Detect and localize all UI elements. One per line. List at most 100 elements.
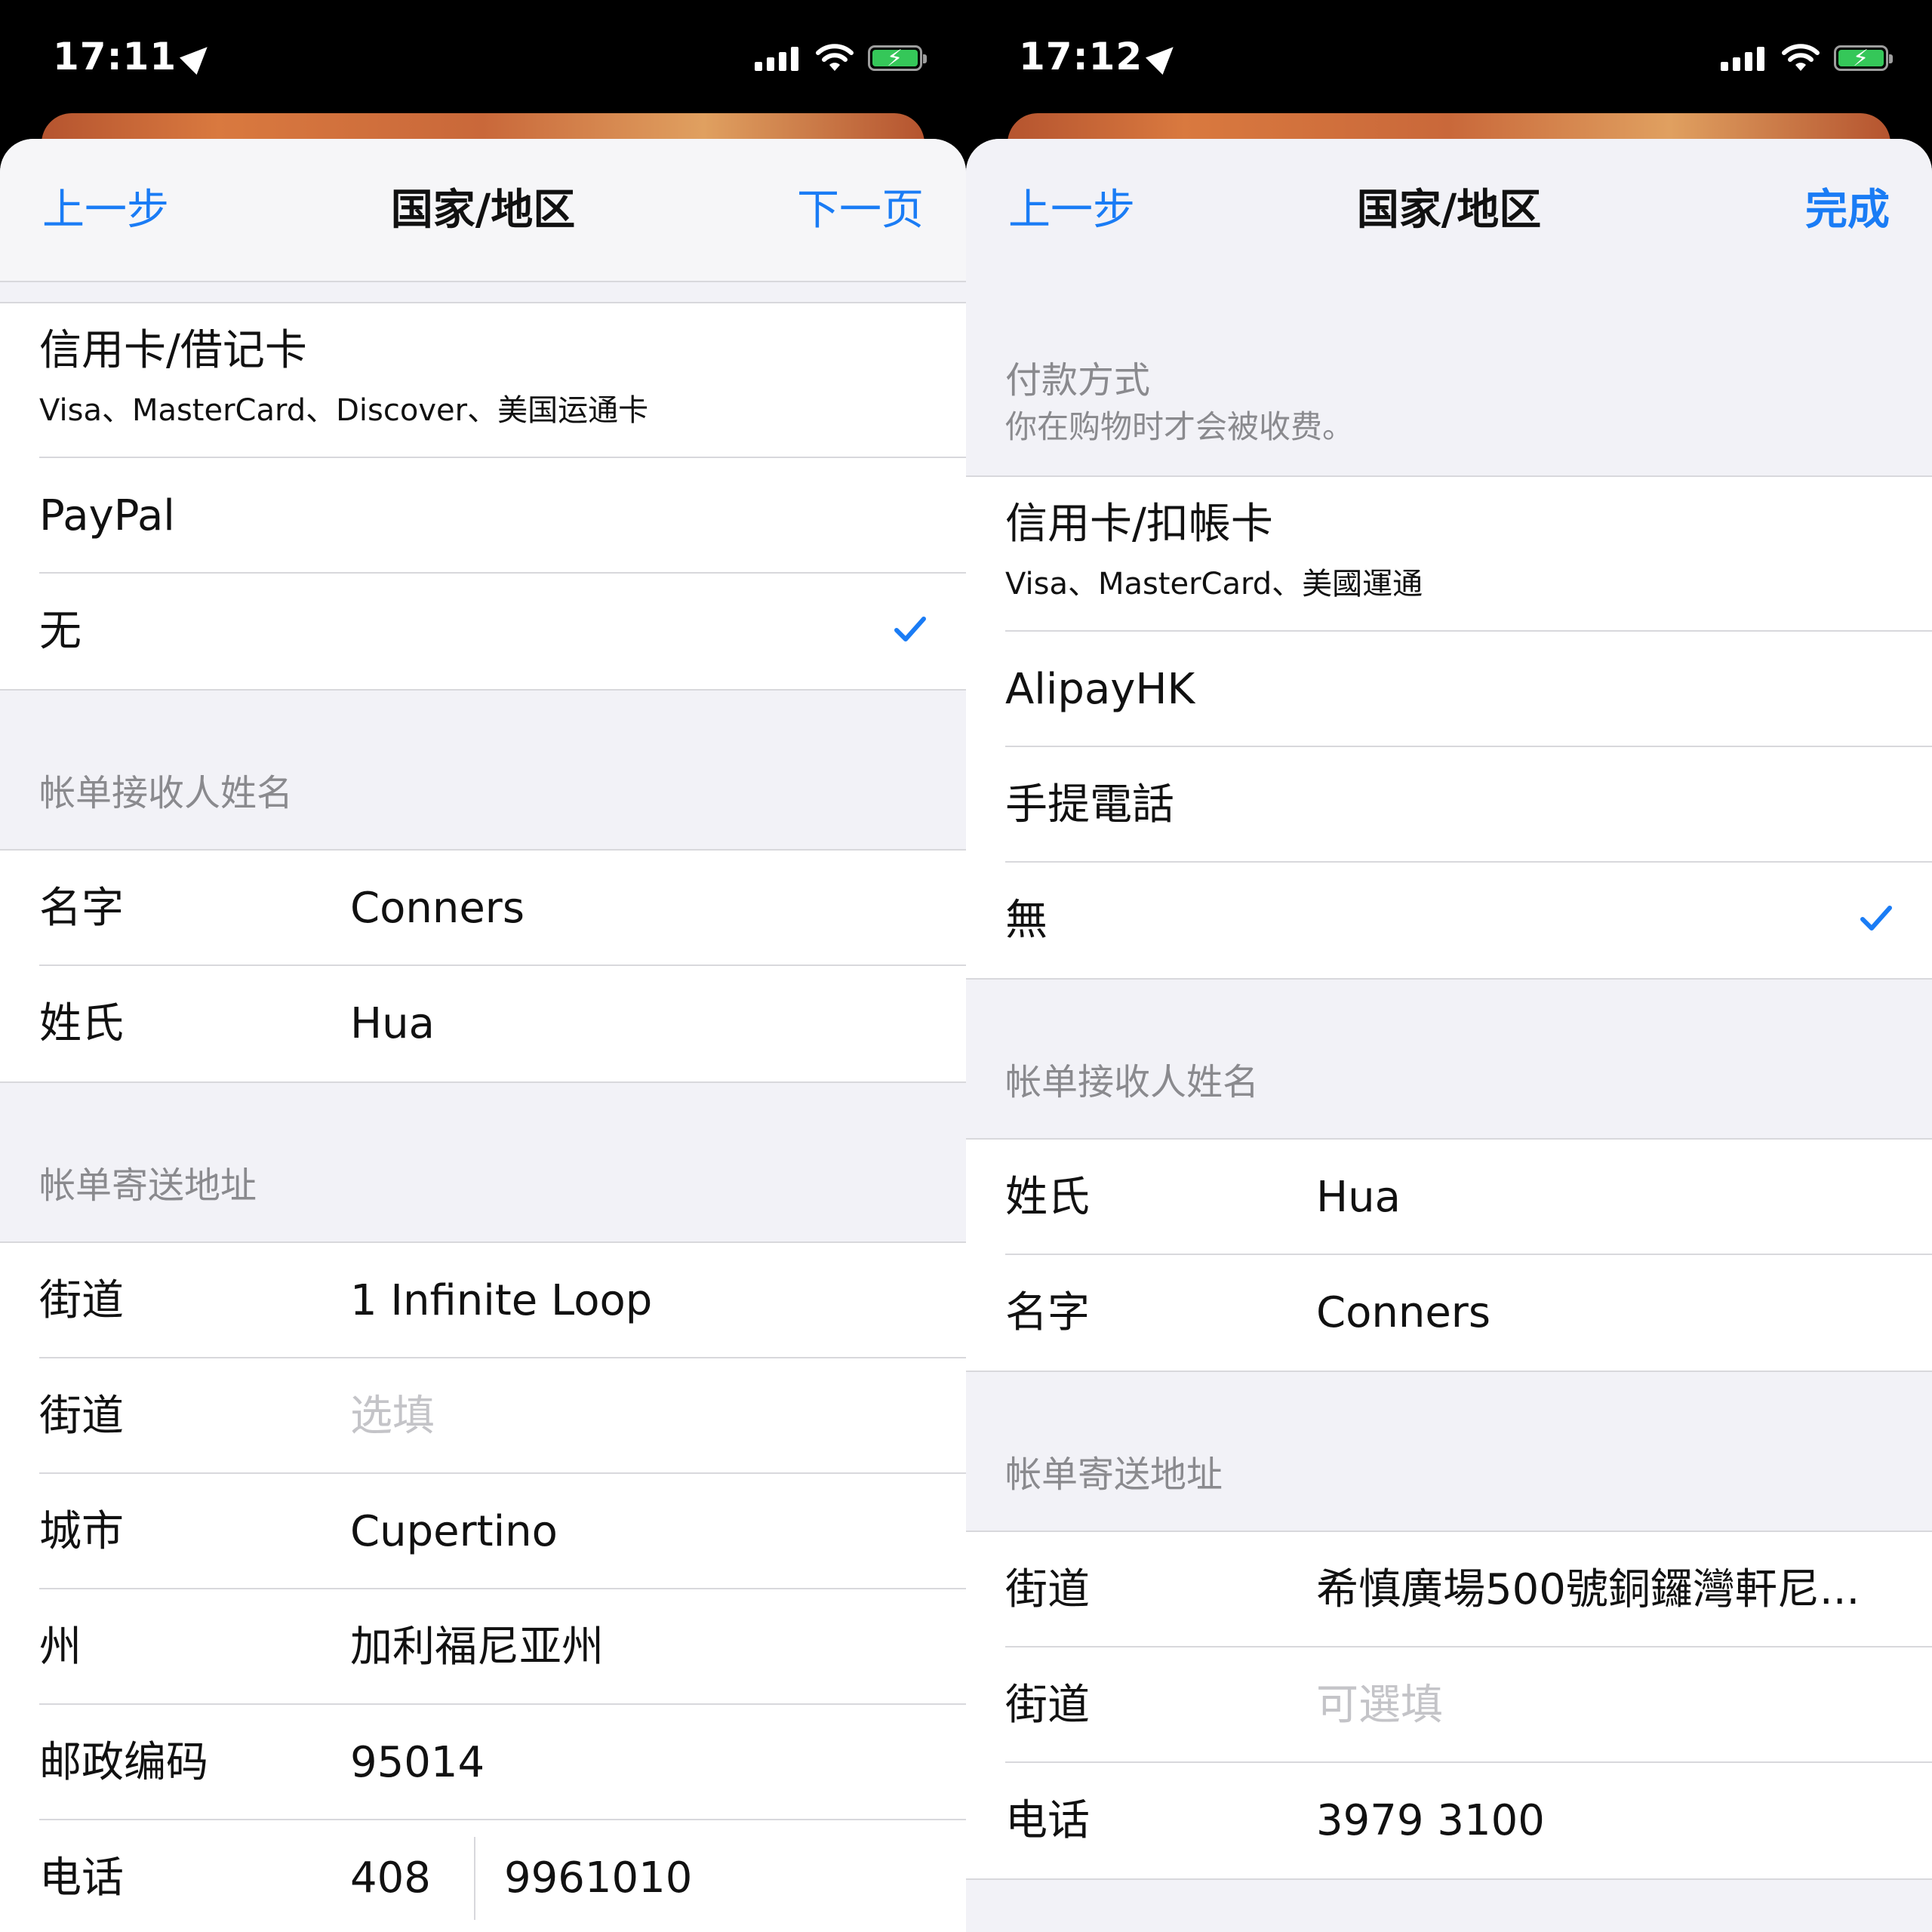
form-row-first-name[interactable]: 名字 Conners [1005, 1255, 1932, 1371]
field-label: 街道 [1005, 1565, 1090, 1614]
payment-option-alipayhk[interactable]: AlipayHK [1005, 632, 1932, 747]
screenshot: 17:11 ⚡ 上一步 国家/地区 下一页 信用卡/借记卡 Visa、Maste… [0, 0, 1932, 1932]
phone-area-code[interactable]: 408 [350, 1854, 431, 1903]
option-subtitle: Visa、MasterCard、美國運通 [1005, 567, 1423, 601]
option-title: 信用卡/借记卡 [39, 326, 307, 375]
form-row-postal-code[interactable]: 邮政编码 95014 [39, 1705, 966, 1820]
wifi-icon [1782, 44, 1820, 71]
option-title: 信用卡/扣帳卡 [1005, 500, 1273, 549]
option-title: 无 [39, 607, 82, 656]
location-arrow-icon [1146, 38, 1183, 75]
address-group: 街道 希慎廣場500號銅鑼灣軒尼... 街道 可選填 电话 3979 3100 [966, 1531, 1932, 1880]
form-row-city[interactable]: 城市 Cupertino [39, 1474, 966, 1589]
section-header-name: 帐单接收人姓名 [0, 691, 966, 849]
section-header-payment: 付款方式 你在购物时才会被收费。 [966, 282, 1932, 475]
field-label: 州 [39, 1623, 82, 1672]
form-row-state[interactable]: 州 加利福尼亚州 [39, 1589, 966, 1705]
field-label: 邮政编码 [39, 1738, 208, 1787]
field-value[interactable]: 1 Infinite Loop [350, 1276, 652, 1326]
form-row-first-name[interactable]: 名字 Conners [39, 851, 966, 966]
option-title: 無 [1005, 896, 1048, 945]
sheet: 上一步 国家/地区 完成 付款方式 你在购物时才会被收费。 信用卡/扣帳卡 Vi… [966, 139, 1932, 1932]
payment-option-card[interactable]: 信用卡/扣帳卡 Visa、MasterCard、美國運通 [1005, 477, 1932, 632]
nav-bar: 上一步 国家/地区 下一页 [0, 139, 966, 282]
section-header-subtext: 你在购物时才会被收费。 [1005, 408, 1355, 445]
wifi-icon [816, 44, 854, 71]
signal-icon [1721, 47, 1764, 71]
payment-option-none[interactable]: 无 [39, 574, 966, 689]
section-header-address: 帐单寄送地址 [966, 1372, 1932, 1531]
field-value[interactable]: 95014 [350, 1738, 485, 1788]
field-label: 电话 [1005, 1796, 1090, 1845]
form-row-street[interactable]: 街道 希慎廣場500號銅鑼灣軒尼... [1005, 1532, 1932, 1647]
field-value[interactable]: Hua [350, 999, 435, 1049]
battery-charging-icon: ⚡ [868, 45, 927, 72]
form-content: 信用卡/借记卡 Visa、MasterCard、Discover、美国运通卡 P… [0, 302, 966, 1932]
form-row-street-2[interactable]: 街道 可選填 [1005, 1647, 1932, 1763]
page-title: 国家/地区 [1356, 186, 1542, 235]
payment-option-mobile[interactable]: 手提電話 [1005, 747, 1932, 863]
checkmark-icon [894, 617, 926, 641]
payment-group: 信用卡/扣帳卡 Visa、MasterCard、美國運通 AlipayHK 手提… [966, 475, 1932, 980]
time-text: 17:11 [53, 35, 177, 78]
name-group: 名字 Conners 姓氏 Hua [0, 849, 966, 1083]
phone-left: 17:11 ⚡ 上一步 国家/地区 下一页 信用卡/借记卡 Visa、Maste… [0, 0, 966, 1932]
section-header-text: 帐单寄送地址 [1005, 1454, 1223, 1496]
form-row-street-2[interactable]: 街道 选填 [39, 1358, 966, 1474]
option-title: AlipayHK [1005, 665, 1195, 714]
field-value[interactable]: Conners [1316, 1288, 1491, 1338]
section-header-text: 帐单接收人姓名 [39, 772, 294, 814]
field-label: 名字 [1005, 1288, 1090, 1337]
payment-option-paypal[interactable]: PayPal [39, 458, 966, 574]
option-title: 手提電話 [1005, 780, 1174, 829]
location-arrow-icon [180, 38, 217, 75]
signal-icon [755, 47, 798, 71]
field-placeholder[interactable]: 可選填 [1316, 1681, 1443, 1730]
field-value[interactable]: 3979 3100 [1316, 1796, 1545, 1846]
checkmark-icon [1860, 906, 1892, 931]
next-button[interactable]: 下一页 [797, 184, 924, 237]
field-value[interactable]: Conners [350, 884, 525, 934]
section-header-text: 帐单寄送地址 [39, 1164, 257, 1207]
status-time: 17:11 [53, 35, 217, 78]
phone-number[interactable]: 9961010 [504, 1854, 692, 1903]
field-label: 名字 [39, 884, 124, 933]
option-subtitle: Visa、MasterCard、Discover、美国运通卡 [39, 393, 649, 428]
option-title: PayPal [39, 491, 175, 540]
payment-group: 信用卡/借记卡 Visa、MasterCard、Discover、美国运通卡 P… [0, 302, 966, 691]
form-row-phone[interactable]: 电话 3979 3100 [1005, 1763, 1932, 1878]
phone-divider [474, 1837, 475, 1920]
form-row-last-name[interactable]: 姓氏 Hua [39, 966, 966, 1081]
section-header-address: 帐单寄送地址 [0, 1083, 966, 1241]
payment-option-card[interactable]: 信用卡/借记卡 Visa、MasterCard、Discover、美国运通卡 [39, 303, 966, 458]
field-label: 街道 [39, 1276, 124, 1325]
battery-charging-icon: ⚡ [1834, 45, 1893, 72]
field-label: 电话 [39, 1854, 124, 1903]
field-value[interactable]: 加利福尼亚州 [350, 1623, 604, 1672]
field-label: 街道 [1005, 1681, 1090, 1730]
address-group: 街道 1 Infinite Loop 街道 选填 城市 Cupertino 州 … [0, 1241, 966, 1932]
nav-bar: 上一步 国家/地区 完成 [966, 139, 1932, 282]
field-placeholder[interactable]: 选填 [350, 1392, 435, 1441]
field-label: 街道 [39, 1392, 124, 1441]
status-bar: 17:11 ⚡ [0, 0, 966, 113]
section-header-text: 付款方式 [1005, 359, 1151, 401]
field-value[interactable]: Hua [1316, 1173, 1401, 1223]
time-text: 17:12 [1019, 35, 1143, 78]
form-content: 付款方式 你在购物时才会被收费。 信用卡/扣帳卡 Visa、MasterCard… [966, 282, 1932, 1880]
status-bar: 17:12 ⚡ [966, 0, 1932, 113]
form-row-street[interactable]: 街道 1 Infinite Loop [39, 1243, 966, 1358]
field-value[interactable]: 希慎廣場500號銅鑼灣軒尼... [1316, 1565, 1860, 1615]
done-button[interactable]: 完成 [1805, 184, 1890, 237]
payment-option-none[interactable]: 無 [1005, 863, 1932, 978]
field-value[interactable]: Cupertino [350, 1507, 558, 1557]
form-row-last-name[interactable]: 姓氏 Hua [1005, 1140, 1932, 1255]
form-row-phone[interactable]: 电话 408 9961010 [39, 1820, 966, 1932]
status-time: 17:12 [1019, 35, 1183, 78]
field-label: 姓氏 [1005, 1173, 1090, 1222]
phone-right: 17:12 ⚡ 上一步 国家/地区 完成 付款方式 你在购物时才会被收费。 信用… [966, 0, 1932, 1932]
section-header-name: 帐单接收人姓名 [966, 980, 1932, 1138]
field-label: 姓氏 [39, 999, 124, 1048]
section-header-text: 帐单接收人姓名 [1005, 1061, 1260, 1103]
sheet: 上一步 国家/地区 下一页 信用卡/借记卡 Visa、MasterCard、Di… [0, 139, 966, 1932]
